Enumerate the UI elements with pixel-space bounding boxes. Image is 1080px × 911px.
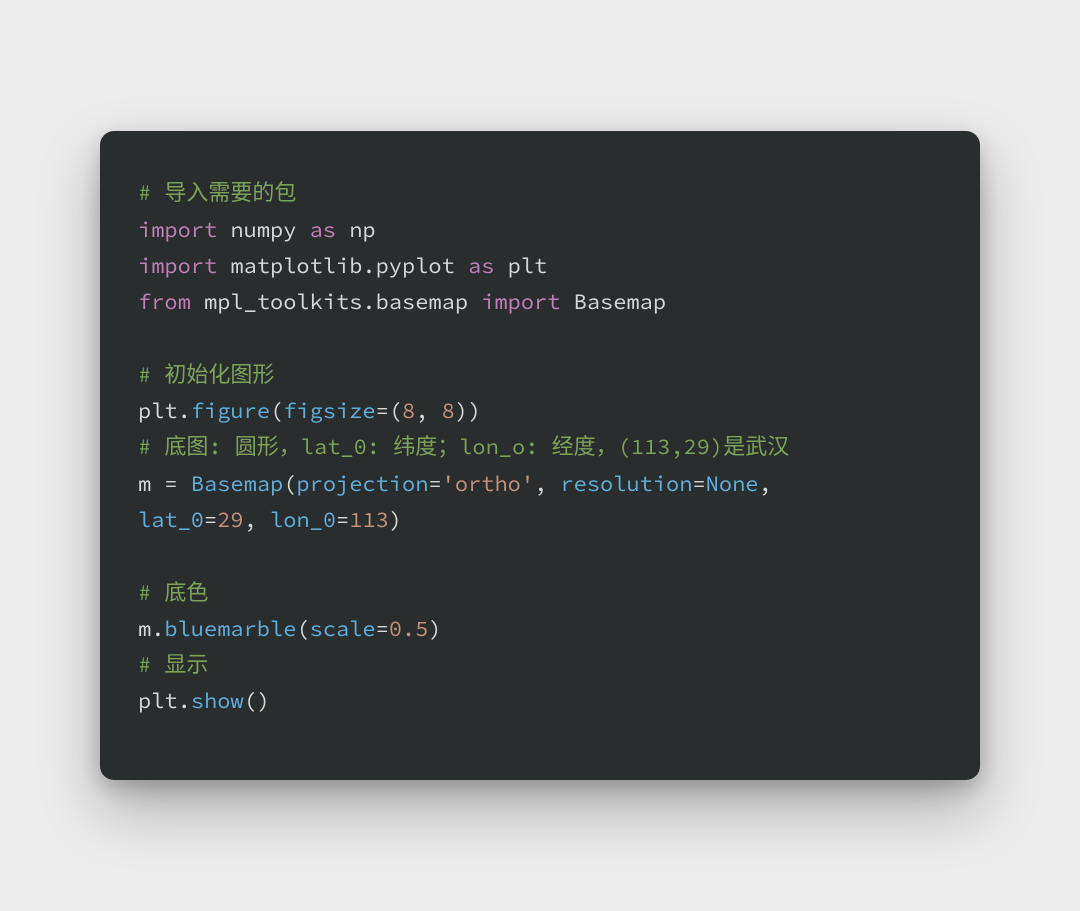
code-token: , (244, 506, 270, 534)
code-token: Basemap (191, 470, 283, 498)
code-token: import (138, 252, 217, 280)
code-token: import (138, 216, 217, 244)
code-token: Basemap (560, 288, 666, 316)
code-token: from (138, 288, 191, 316)
code-token: figure (191, 397, 270, 425)
code-token: import (481, 288, 560, 316)
code-token: () (244, 687, 270, 715)
code-token: ( (270, 397, 283, 425)
code-token: ( (296, 615, 309, 643)
code-token: , (758, 470, 771, 498)
code-block: # 导入需要的包 import numpy as np import matpl… (138, 175, 942, 719)
code-token: figsize (283, 397, 375, 425)
code-token: bluemarble (164, 615, 296, 643)
code-token: 8 (442, 397, 455, 425)
code-token: ) (389, 506, 402, 534)
code-token: m = (138, 470, 191, 498)
code-token: matplotlib.pyplot (217, 252, 468, 280)
code-token: None (706, 470, 759, 498)
code-token: plt (494, 252, 547, 280)
code-token: = (376, 615, 389, 643)
code-token: scale (310, 615, 376, 643)
code-token: = (336, 506, 349, 534)
code-token: ) (428, 615, 441, 643)
code-token: 29 (217, 506, 243, 534)
code-token: mpl_toolkits.basemap (191, 288, 481, 316)
code-token: lon_0 (270, 506, 336, 534)
code-token: = (204, 506, 217, 534)
code-token: 113 (349, 506, 389, 534)
code-token: # 底图: 圆形，lat_0: 纬度；lon_o: 经度，(113,29)是武汉 (138, 433, 789, 461)
code-token: )) (455, 397, 481, 425)
code-token: ( (283, 470, 296, 498)
code-token: # 导入需要的包 (138, 179, 296, 207)
code-token: show (191, 687, 244, 715)
code-token: plt. (138, 687, 191, 715)
code-token: lat_0 (138, 506, 204, 534)
code-token: resolution (560, 470, 692, 498)
code-token: # 显示 (138, 651, 208, 679)
code-token: =( (376, 397, 402, 425)
code-snippet-card: # 导入需要的包 import numpy as np import matpl… (100, 131, 980, 779)
code-token: as (468, 252, 494, 280)
code-token: 'ortho' (442, 470, 534, 498)
code-token: , (415, 397, 441, 425)
code-token: np (336, 216, 376, 244)
code-token: m. (138, 615, 164, 643)
code-token: # 初始化图形 (138, 361, 274, 389)
code-token: = (692, 470, 705, 498)
code-token: 0.5 (389, 615, 429, 643)
code-token: 8 (402, 397, 415, 425)
code-token: numpy (217, 216, 309, 244)
code-token: projection (296, 470, 428, 498)
code-token: # 底色 (138, 579, 208, 607)
code-token: as (310, 216, 336, 244)
code-token: = (428, 470, 441, 498)
code-token: , (534, 470, 560, 498)
code-token: plt. (138, 397, 191, 425)
